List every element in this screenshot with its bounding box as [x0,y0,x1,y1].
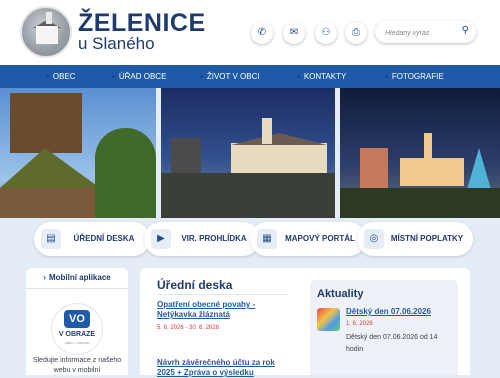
office-icon: ▪ [112,72,115,81]
official-board-heading[interactable]: Úřední deska [157,278,232,292]
news-excerpt: Dětský den 07.06.2026 od 14 hodin [346,334,438,353]
nav-item-label: OBEC [52,72,76,81]
official-board-section: Úřední deska Opatření obecné povahy - Ne… [140,268,470,378]
quick-link-label: MÍSTNÍ POPLATKY [390,234,464,243]
photo-icon: ▪ [385,72,388,81]
tree-shape [95,128,156,218]
church-body-shape [231,143,327,173]
church-tower-shape [424,133,432,159]
church-roof-shape [0,148,100,188]
news-date: 1. 6. 2026 [346,321,373,327]
quick-link-vir-prohlidka[interactable]: ▶ VIR. PROHLÍDKA [144,222,260,256]
site-subtitle[interactable]: u Slaného [78,34,155,54]
quick-link-label: VIR. PROHLÍDKA [181,234,247,243]
church-tower-shape [262,118,272,144]
search-input[interactable] [383,24,465,42]
quick-link-uredni-deska[interactable]: ▤ ÚŘEDNÍ DESKA [34,222,150,256]
ground-shape [340,188,500,218]
main-navigation: ▪ OBEC ▪ ÚŘAD OBCE ▪ ŽIVOT V OBCI ▪ KONTAKTY… [0,65,500,88]
news-title-link[interactable]: Dětský den 07.06.2026 [346,307,431,316]
church-tower-shape [10,93,82,153]
church-tower-shape [46,12,52,24]
church-wall-shape [0,188,100,218]
church-body-shape [400,158,464,186]
chevron-right-icon: › [43,273,46,282]
church-roof-shape [231,133,327,145]
v-obraze-mark-icon: VO [64,310,90,328]
v-obraze-subtitle: OBEC V OBRAZE [64,341,90,345]
quick-link-mistni-poplatky[interactable]: ◎ MÍSTNÍ POPLATKY [357,222,473,256]
quick-link-label: ÚŘEDNÍ DESKA [73,234,135,243]
wall-shape [161,173,335,218]
nav-item-urad-obce[interactable]: ▪ ÚŘAD OBCE [112,65,166,88]
search-icon[interactable]: ⚲ [462,25,469,36]
home-icon: ▪ [46,72,49,81]
news-section: Aktuality Dětský den 07.06.2026 1. 6. 20… [310,280,458,375]
print-icon[interactable]: ⎙ [345,22,367,44]
map-icon: ▦ [257,229,277,249]
mail-icon[interactable]: ✉ [283,22,305,44]
photo-church-evening [161,88,335,218]
life-icon: ▪ [200,72,203,81]
contacts-icon: ▪ [297,72,300,81]
v-obraze-name: V OBRAZE [58,331,96,338]
camera-icon: ▶ [151,229,171,249]
quick-link-label: MAPOVÝ PORTÁL [285,234,355,243]
sitemap-icon[interactable]: ⚇ [315,22,337,44]
coins-icon: ◎ [364,229,384,249]
church-body-shape [36,26,58,44]
christmas-tree-shape [466,148,492,193]
search-box: ⚲ [375,21,476,43]
notice-title-link[interactable]: Opatření obecné povahy - Netýkavka žlázn… [157,300,287,320]
divider [157,294,287,295]
board-icon: ▤ [41,229,61,249]
mobile-app-panel: › Mobilní aplikace VO V OBRAZE OBEC V OBR… [26,268,128,375]
quick-link-mapovy-portal[interactable]: ▦ MAPOVÝ PORTÁL [250,222,366,256]
mobile-app-title[interactable]: › Mobilní aplikace [26,268,128,289]
mobile-app-description: Sledujte informace z našeho webu v mobil… [32,357,122,374]
site-header: ŽELENICE u Slaného ✆ ✉ ⚇ ⎙ ⚲ [0,0,500,65]
notice-date: 5. 6. 2026 - 30. 6. 2026 [157,325,220,331]
photo-church-christmas [340,88,500,218]
notice-title-link[interactable]: Návrh závěrečného účtu za rok 2025 + Zpr… [157,358,287,378]
nav-item-label: FOTOGRAFIE [391,72,444,81]
nav-item-zivot-v-obci[interactable]: ▪ ŽIVOT V OBCI [200,65,260,88]
phone-icon[interactable]: ✆ [251,22,273,44]
nav-item-label: ÚŘAD OBCE [118,72,167,81]
tower-ruin-shape [360,148,388,188]
news-heading[interactable]: Aktuality [317,288,363,300]
site-logo[interactable] [20,6,72,58]
nav-item-kontakty[interactable]: ▪ KONTAKTY [297,65,346,88]
nav-item-label: ŽIVOT V OBCI [206,72,260,81]
nav-item-fotografie[interactable]: ▪ FOTOGRAFIE [385,65,444,88]
news-thumbnail[interactable] [317,308,340,331]
nav-item-obec[interactable]: ▪ OBEC [46,65,76,88]
site-title[interactable]: ŽELENICE [78,9,206,37]
nav-item-label: KONTAKTY [303,72,347,81]
photo-wooden-church [0,88,156,218]
mobile-app-title-label: Mobilní aplikace [48,273,111,282]
v-obraze-logo[interactable]: VO V OBRAZE OBEC V OBRAZE [52,304,102,354]
